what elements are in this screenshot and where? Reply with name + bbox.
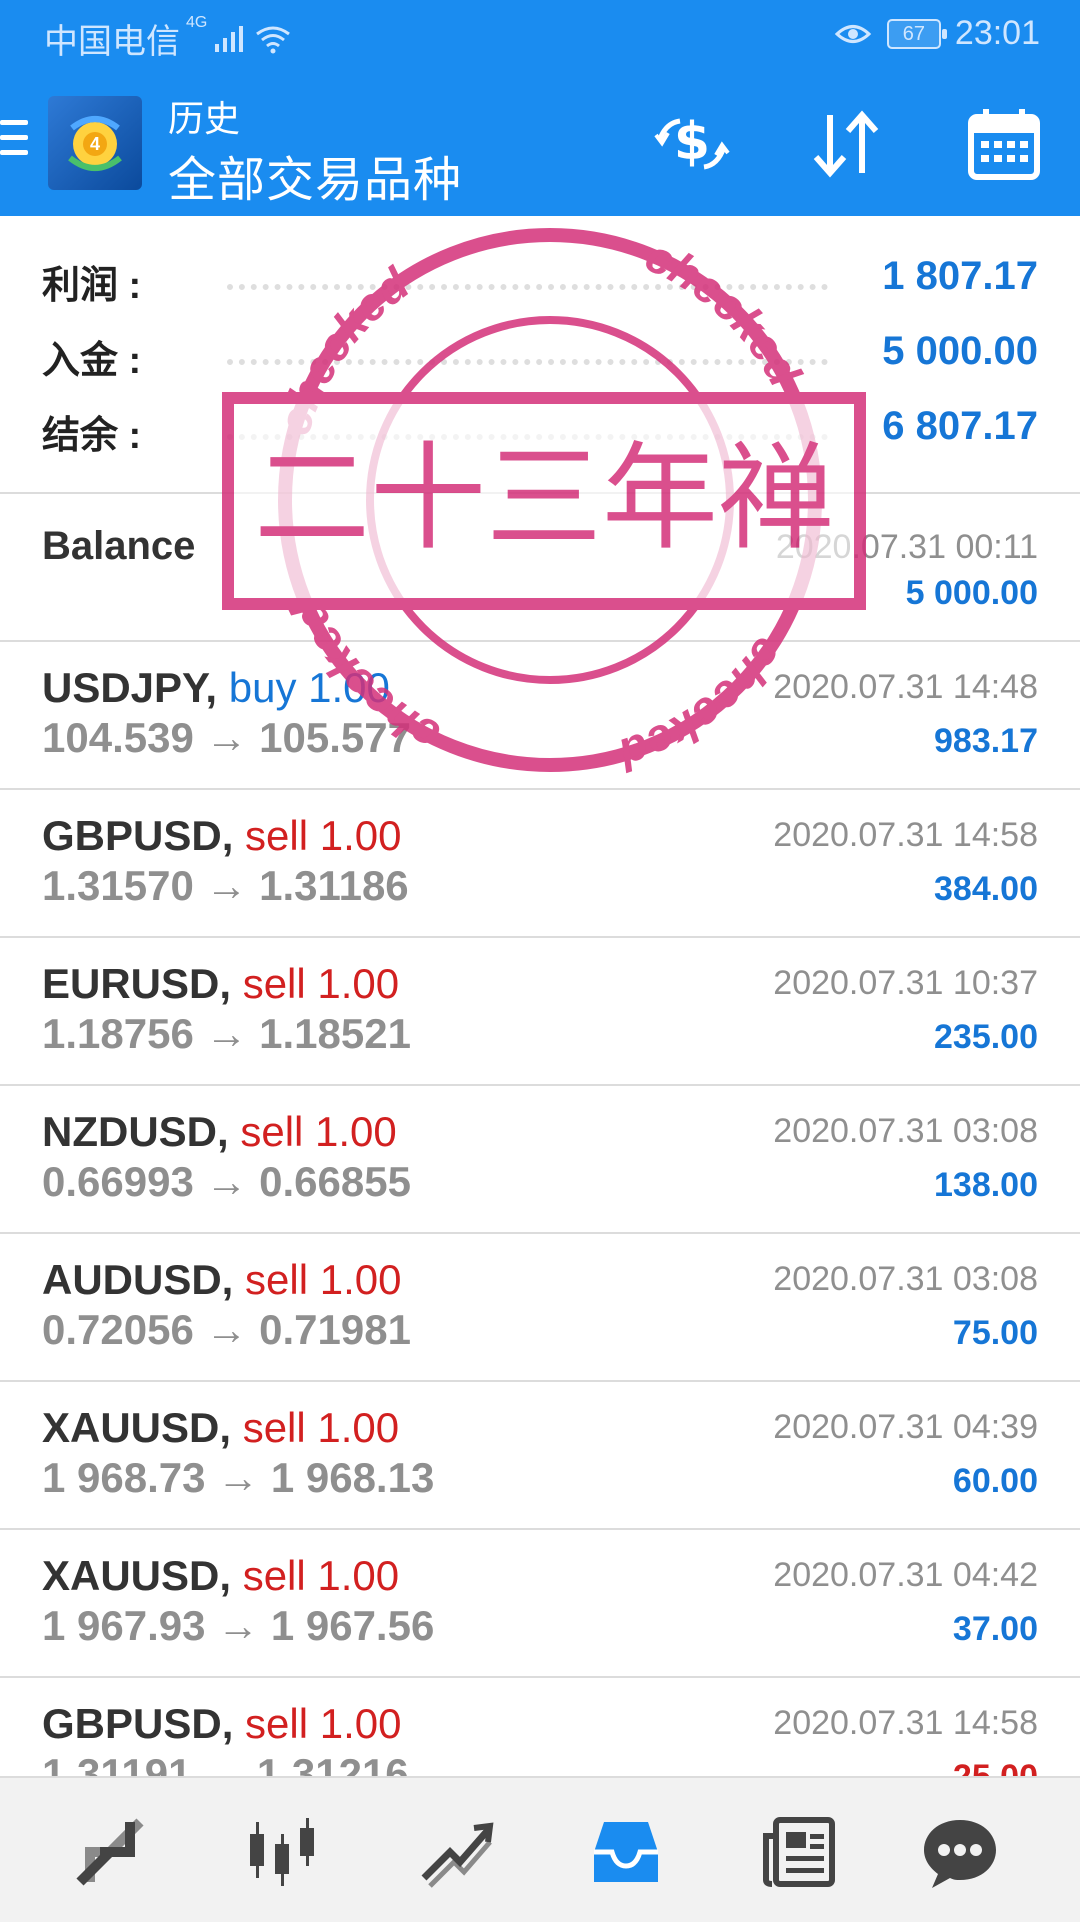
trade-row[interactable]: AUDUSD, sell 1.00 0.72056 → 0.71981 2020…	[0, 1234, 1080, 1382]
status-bar: 中国电信 4G 67 23:01	[0, 0, 1080, 72]
page-subtitle: 历史	[168, 98, 241, 139]
page-title[interactable]: 全部交易品种	[168, 140, 462, 210]
deposit-label: 入金 :	[42, 340, 142, 382]
trade-symbol: GBPUSD,	[42, 1700, 234, 1747]
trade-symbol: XAUUSD,	[42, 1552, 232, 1599]
trade-row[interactable]: NZDUSD, sell 1.00 0.66993 → 0.66855 2020…	[0, 1086, 1080, 1234]
trade-icon[interactable]	[62, 1804, 158, 1900]
trade-symbol: USDJPY,	[42, 664, 218, 711]
summary-panel: 利润 : 1 807.17 入金 : 5 000.00 结余 : 6 807.1…	[0, 216, 1080, 492]
profit-label: 利润 :	[42, 265, 142, 307]
network-label: 4G	[186, 14, 208, 31]
entry-amount: 5 000.00	[905, 574, 1038, 612]
trade-action: sell 1.00	[245, 1700, 402, 1747]
trade-time: 2020.07.31 03:08	[773, 1260, 1038, 1298]
trade-time: 2020.07.31 14:58	[773, 816, 1038, 854]
deposit-value: 5 000.00	[882, 329, 1038, 373]
trade-action: buy 1.00	[228, 664, 390, 711]
balance-value: 6 807.17	[882, 404, 1038, 448]
trade-symbol: XAUUSD,	[42, 1404, 232, 1451]
carrier-label: 中国电信	[44, 23, 180, 61]
trade-time: 2020.07.31 14:48	[773, 668, 1038, 706]
battery-indicator: 67	[886, 18, 947, 49]
history-icon[interactable]	[578, 1804, 674, 1900]
trade-time: 2020.07.31 10:37	[773, 964, 1038, 1002]
trade-prices: 0.72056 → 0.71981	[42, 1306, 411, 1353]
app-logo: 4	[48, 96, 142, 190]
dollar-swap-icon[interactable]: $	[650, 102, 734, 186]
news-icon[interactable]	[752, 1804, 848, 1900]
profit-value: 1 807.17	[882, 254, 1038, 298]
wifi-icon	[256, 26, 291, 53]
trade-prices: 1.31570 → 1.31186	[42, 862, 409, 909]
trade-action: sell 1.00	[245, 812, 402, 859]
sort-icon[interactable]	[804, 102, 888, 186]
trade-action: sell 1.00	[242, 960, 400, 1007]
trade-prices: 0.66993 → 0.66855	[42, 1158, 411, 1205]
trade-time: 2020.07.31 04:42	[773, 1556, 1038, 1594]
trade-profit: 37.00	[952, 1610, 1038, 1648]
trade-prices: 1 967.93 → 1 967.56	[42, 1602, 435, 1649]
dot-leader	[227, 284, 828, 290]
trade-action: sell 1.00	[240, 1108, 397, 1155]
calendar-icon[interactable]	[962, 102, 1046, 186]
trade-prices: 1.18756 → 1.18521	[42, 1010, 411, 1057]
trade-profit: 60.00	[952, 1462, 1038, 1500]
trade-profit: 235.00	[934, 1018, 1038, 1056]
trade-symbol: GBPUSD,	[42, 812, 234, 859]
trade-profit: 983.17	[934, 722, 1038, 760]
trade-row[interactable]: XAUUSD, sell 1.00 1 968.73 → 1 968.13 20…	[0, 1382, 1080, 1530]
eye-icon	[834, 24, 872, 43]
trade-profit: 384.00	[934, 870, 1038, 908]
deposit-row: 入金 : 5 000.00	[42, 329, 1038, 389]
trade-action: sell 1.00	[242, 1552, 400, 1599]
chat-icon[interactable]	[912, 1804, 1008, 1900]
trade-prices: 104.539 → 105.577	[42, 714, 411, 761]
trade-action: sell 1.00	[245, 1256, 402, 1303]
trend-icon[interactable]	[408, 1804, 504, 1900]
trade-time: 2020.07.31 04:39	[773, 1408, 1038, 1446]
menu-icon[interactable]	[0, 120, 28, 165]
trade-action: sell 1.00	[242, 1404, 400, 1451]
entry-time: 2020.07.31 00:11	[775, 528, 1038, 566]
top-toolbar: 4 历史 全部交易品种 $	[0, 72, 1080, 216]
trade-row[interactable]: EURUSD, sell 1.00 1.18756 → 1.18521 2020…	[0, 938, 1080, 1086]
balance-label: 结余 :	[42, 415, 142, 457]
trade-profit: 138.00	[934, 1166, 1038, 1204]
clock: 23:01	[954, 14, 1040, 52]
status-left: 中国电信 4G	[44, 14, 293, 63]
trade-time: 2020.07.31 03:08	[773, 1112, 1038, 1150]
balance-row: 结余 : 6 807.17	[42, 404, 1038, 464]
profit-row: 利润 : 1 807.17	[42, 254, 1038, 314]
status-right: 67 23:01	[833, 14, 1040, 53]
trade-row[interactable]: GBPUSD, sell 1.00 1.31570 → 1.31186 2020…	[0, 790, 1080, 938]
signal-icon	[215, 25, 244, 52]
dot-leader	[227, 359, 828, 365]
trade-symbol: AUDUSD,	[42, 1256, 234, 1303]
balance-entry-label: Balance	[42, 524, 196, 568]
trade-row[interactable]: USDJPY, buy 1.00 104.539 → 105.577 2020.…	[0, 642, 1080, 790]
chart-icon[interactable]	[234, 1804, 330, 1900]
trade-time: 2020.07.31 14:58	[773, 1704, 1038, 1742]
trade-prices: 1 968.73 → 1 968.13	[42, 1454, 435, 1501]
trade-symbol: NZDUSD,	[42, 1108, 229, 1155]
bottom-navigation	[0, 1776, 1080, 1922]
svg-text:4: 4	[90, 134, 100, 154]
trade-profit: 75.00	[952, 1314, 1038, 1352]
trade-symbol: EURUSD,	[42, 960, 232, 1007]
trade-row[interactable]: XAUUSD, sell 1.00 1 967.93 → 1 967.56 20…	[0, 1530, 1080, 1678]
balance-entry[interactable]: Balance 2020.07.31 00:11 5 000.00	[0, 494, 1080, 642]
dot-leader	[227, 434, 828, 440]
